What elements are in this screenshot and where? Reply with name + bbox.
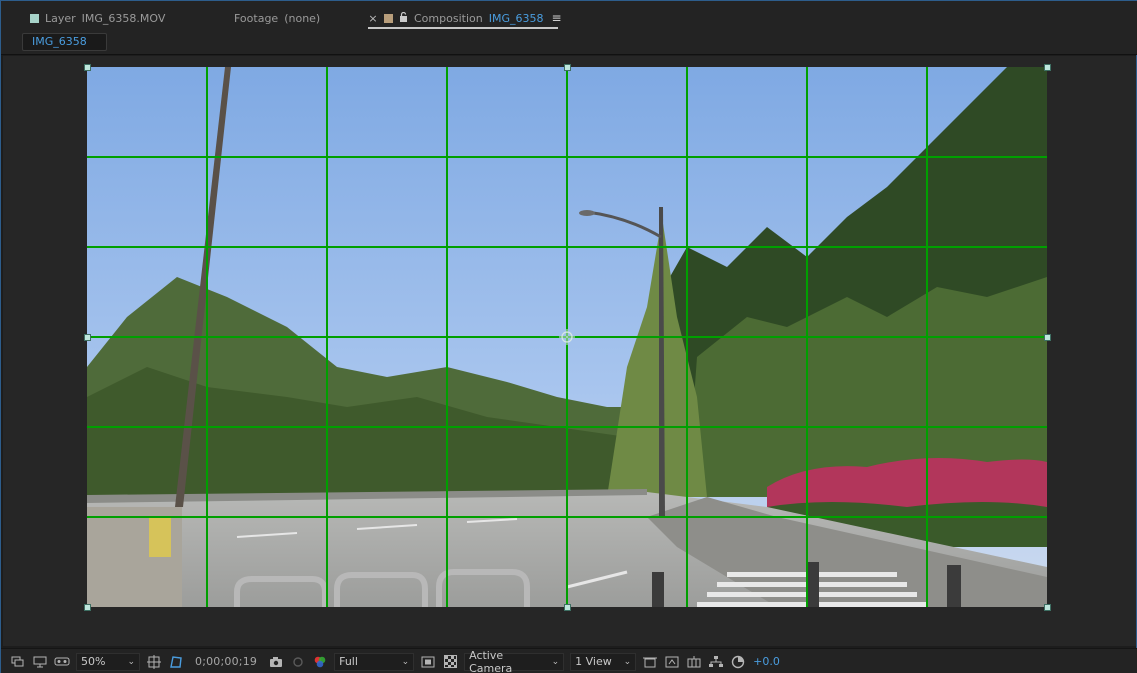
layer-color-swatch	[30, 13, 39, 23]
tab-layer-name: IMG_6358.MOV	[81, 11, 166, 25]
lock-icon[interactable]	[399, 11, 408, 25]
comp-color-swatch	[384, 13, 393, 23]
viewer-toolbar: 50% ⌄ 0;00;00;19 Full ⌄ Active Camera ⌄ …	[1, 648, 1137, 673]
tab-footage-prefix: Footage	[234, 11, 279, 25]
tab-footage-name: (none)	[284, 11, 321, 25]
camera-snapshot-icon[interactable]	[265, 652, 287, 672]
view-layout-dropdown[interactable]: 1 View ⌄	[570, 652, 637, 671]
monitor-icon[interactable]	[29, 652, 51, 672]
exposure-value[interactable]: +0.0	[753, 655, 780, 668]
camera-view-dropdown[interactable]: Active Camera ⌄	[464, 649, 565, 673]
grid-guide-options-icon[interactable]	[143, 652, 165, 672]
magnification-value: 50%	[81, 655, 106, 668]
vr-goggles-icon[interactable]	[51, 652, 73, 672]
layer-handle-bottom-right[interactable]	[1044, 604, 1051, 611]
layer-handle-top-center[interactable]	[564, 64, 571, 71]
tab-composition-name: IMG_6358	[488, 11, 544, 25]
channel-rgb-icon[interactable]	[309, 652, 331, 672]
layer-handle-top-left[interactable]	[84, 64, 91, 71]
layer-handle-bottom-center[interactable]	[564, 604, 571, 611]
panel-tab-bar: Layer IMG_6358.MOV Footage (none) × Comp…	[1, 1, 1137, 31]
tab-layer-prefix: Layer	[45, 11, 76, 25]
toggle-pixel-aspect-icon[interactable]	[639, 652, 661, 672]
proportional-grid-overlay	[87, 67, 1047, 607]
layer-handle-middle-left[interactable]	[84, 334, 91, 341]
chevron-down-icon: ⌄	[401, 656, 410, 667]
tab-composition-prefix: Composition	[414, 11, 483, 25]
show-snapshot-icon[interactable]	[287, 652, 309, 672]
close-icon[interactable]: ×	[368, 12, 378, 25]
resolution-dropdown[interactable]: Full ⌄	[334, 652, 415, 671]
view-layout-value: 1 View	[575, 655, 612, 668]
tab-footage[interactable]: Footage (none)	[234, 9, 320, 27]
fast-previews-icon[interactable]	[661, 652, 683, 672]
flowchart-icon[interactable]	[705, 652, 727, 672]
chevron-down-icon: ⌄	[127, 656, 135, 667]
layer-handle-bottom-left[interactable]	[84, 604, 91, 611]
layer-handle-middle-right[interactable]	[1044, 334, 1051, 341]
camera-view-value: Active Camera	[469, 648, 513, 673]
magnification-dropdown[interactable]: 50% ⌄	[76, 652, 140, 671]
composition-chip[interactable]: IMG_6358	[22, 33, 107, 51]
layer-handle-top-right[interactable]	[1044, 64, 1051, 71]
active-tab-indicator	[368, 27, 558, 29]
region-of-interest-icon[interactable]	[417, 652, 439, 672]
chevron-down-icon: ⌄	[551, 656, 560, 667]
chevron-down-icon: ⌄	[623, 656, 632, 667]
reset-exposure-icon[interactable]	[727, 652, 749, 672]
always-preview-icon[interactable]	[7, 652, 29, 672]
mask-path-visibility-icon[interactable]	[165, 652, 187, 672]
timeline-icon[interactable]	[683, 652, 705, 672]
anchor-point-icon[interactable]	[559, 329, 575, 345]
resolution-value: Full	[339, 655, 358, 668]
composition-panel: Layer IMG_6358.MOV Footage (none) × Comp…	[0, 0, 1137, 673]
tab-composition[interactable]: × Composition IMG_6358 ≡	[368, 9, 561, 27]
transparency-grid-icon[interactable]	[439, 652, 461, 672]
current-time-display[interactable]: 0;00;00;19	[195, 655, 257, 668]
composition-viewer[interactable]	[3, 56, 1136, 646]
tab-layer[interactable]: Layer IMG_6358.MOV	[30, 9, 165, 27]
composition-navigator-bar: IMG_6358	[1, 31, 1137, 55]
hamburger-menu-icon[interactable]: ≡	[551, 11, 561, 25]
